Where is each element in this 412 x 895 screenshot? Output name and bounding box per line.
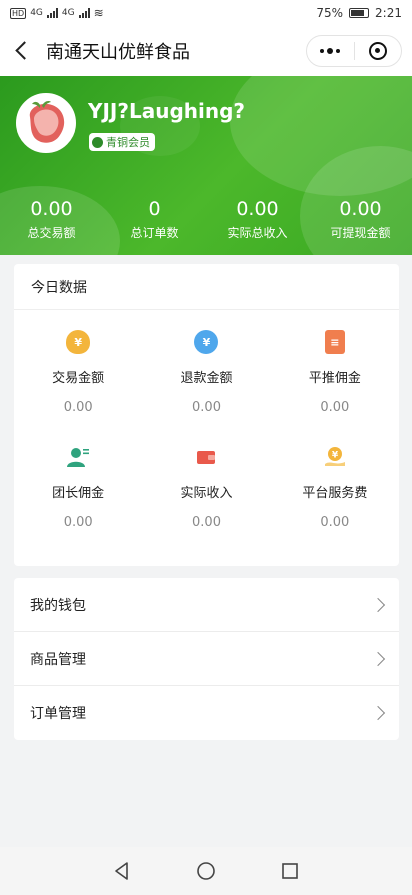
close-program-button[interactable] (355, 36, 402, 66)
status-left: HD 4G 4G ≋ (10, 6, 104, 20)
mini-program-capsule (306, 35, 402, 67)
nav-bar: 南通天山优鲜食品 (0, 26, 412, 76)
today-grid: ¥ 交易金额 0.00 ¥ 退款金额 0.00 ≡ 平推佣金 0.00 团长佣金 (14, 310, 399, 560)
back-icon[interactable] (12, 41, 32, 61)
menu-item-products[interactable]: 商品管理 (14, 632, 399, 686)
stat-value: 0.00 (236, 198, 279, 220)
chevron-right-icon (370, 597, 386, 612)
menu-item-label: 我的钱包 (30, 597, 86, 614)
today-item-label: 实际收入 (180, 486, 233, 501)
today-item-value: 0.00 (63, 400, 93, 415)
page-title: 南通天山优鲜食品 (46, 42, 190, 63)
today-item-value: 0.00 (320, 515, 350, 530)
network-label-b: 4G (61, 8, 75, 18)
system-home-button[interactable] (186, 851, 226, 891)
wallet-icon (194, 445, 218, 469)
member-badge: 青铜会员 (89, 133, 155, 151)
stat-total-orders: 0 总订单数 (103, 198, 206, 241)
stat-value: 0 (148, 198, 161, 220)
svg-text:¥: ¥ (332, 451, 339, 461)
today-item-value: 0.00 (192, 400, 221, 415)
person-icon (67, 448, 90, 467)
stat-value: 0.00 (339, 198, 382, 220)
user-name: YJJ?Laughing? (88, 99, 246, 123)
today-item-label: 退款金额 (180, 371, 233, 386)
leader-icon (66, 445, 90, 469)
today-item-actual-income[interactable]: 实际收入 0.00 (142, 445, 270, 560)
stat-label: 总交易额 (27, 226, 76, 240)
summary-stats: 0.00 总交易额 0 总订单数 0.00 实际总收入 0.00 可提现金额 (0, 198, 412, 241)
more-icon (320, 48, 341, 54)
stat-label: 总订单数 (130, 226, 179, 240)
menu-item-label: 商品管理 (30, 651, 86, 668)
today-item-trade[interactable]: ¥ 交易金额 0.00 (14, 330, 142, 445)
network-label-a: 4G (30, 8, 43, 18)
more-button[interactable] (307, 36, 354, 66)
today-item-label: 平台服务费 (302, 486, 368, 501)
stat-value: 0.00 (30, 198, 73, 220)
circle-home-icon (197, 862, 215, 880)
battery-icon (349, 8, 370, 18)
triangle-back-icon (115, 862, 128, 880)
strawberry-icon (18, 95, 74, 151)
system-back-button[interactable] (102, 851, 142, 891)
battery-percent: 75% (316, 6, 344, 20)
member-level: 青铜会员 (106, 136, 150, 149)
today-item-refund[interactable]: ¥ 退款金额 0.00 (142, 330, 270, 445)
signal-icon (46, 8, 58, 18)
clipboard-icon: ≡ (324, 330, 345, 354)
today-item-label: 平推佣金 (308, 371, 361, 386)
section-title: 今日数据 (14, 264, 399, 310)
clock: 2:21 (375, 6, 402, 20)
today-item-leader-commission[interactable]: 团长佣金 0.00 (14, 445, 142, 560)
square-recents-icon (282, 863, 298, 879)
stat-label: 可提现金额 (330, 226, 391, 240)
status-right: 75% 2:21 (316, 6, 402, 20)
stat-total-trade: 0.00 总交易额 (0, 198, 103, 241)
coin-hand-icon: ¥ (324, 447, 345, 466)
menu-item-orders[interactable]: 订单管理 (14, 686, 399, 740)
refund-icon: ¥ (194, 330, 219, 354)
wifi-icon: ≋ (93, 6, 104, 20)
today-item-flat-commission[interactable]: ≡ 平推佣金 0.00 (271, 330, 399, 445)
service-fee-icon: ¥ (323, 445, 347, 469)
member-icon (92, 136, 103, 148)
today-data-card: 今日数据 ¥ 交易金额 0.00 ¥ 退款金额 0.00 ≡ 平推佣金 0.00 (14, 264, 399, 566)
avatar[interactable] (16, 93, 76, 153)
today-item-label: 团长佣金 (52, 486, 105, 501)
money-bag-icon: ¥ (66, 330, 91, 354)
chevron-right-icon (370, 651, 386, 666)
wallet-shape-icon (197, 451, 216, 464)
today-item-value: 0.00 (192, 515, 221, 530)
menu-item-wallet[interactable]: 我的钱包 (14, 578, 399, 632)
today-item-service-fee[interactable]: ¥ 平台服务费 0.00 (271, 445, 399, 560)
signal-icon (78, 8, 90, 18)
target-icon (368, 42, 387, 60)
menu-item-label: 订单管理 (30, 706, 86, 722)
system-recents-button[interactable] (270, 851, 310, 891)
today-item-value: 0.00 (320, 400, 350, 415)
today-item-label: 交易金额 (52, 371, 105, 386)
stat-label: 实际总收入 (227, 226, 288, 240)
status-bar: HD 4G 4G ≋ 75% 2:21 (0, 0, 412, 26)
stat-withdrawable: 0.00 可提现金额 (309, 198, 412, 241)
chevron-right-icon (370, 705, 386, 721)
profile-banner: YJJ?Laughing? 青铜会员 0.00 总交易额 0 总订单数 0.00… (0, 76, 412, 255)
stat-actual-income: 0.00 实际总收入 (206, 198, 309, 241)
system-nav-bar (0, 847, 412, 895)
hd-icon: HD (10, 7, 27, 19)
menu-card: 我的钱包 商品管理 订单管理 (14, 578, 399, 740)
today-item-value: 0.00 (63, 515, 93, 530)
